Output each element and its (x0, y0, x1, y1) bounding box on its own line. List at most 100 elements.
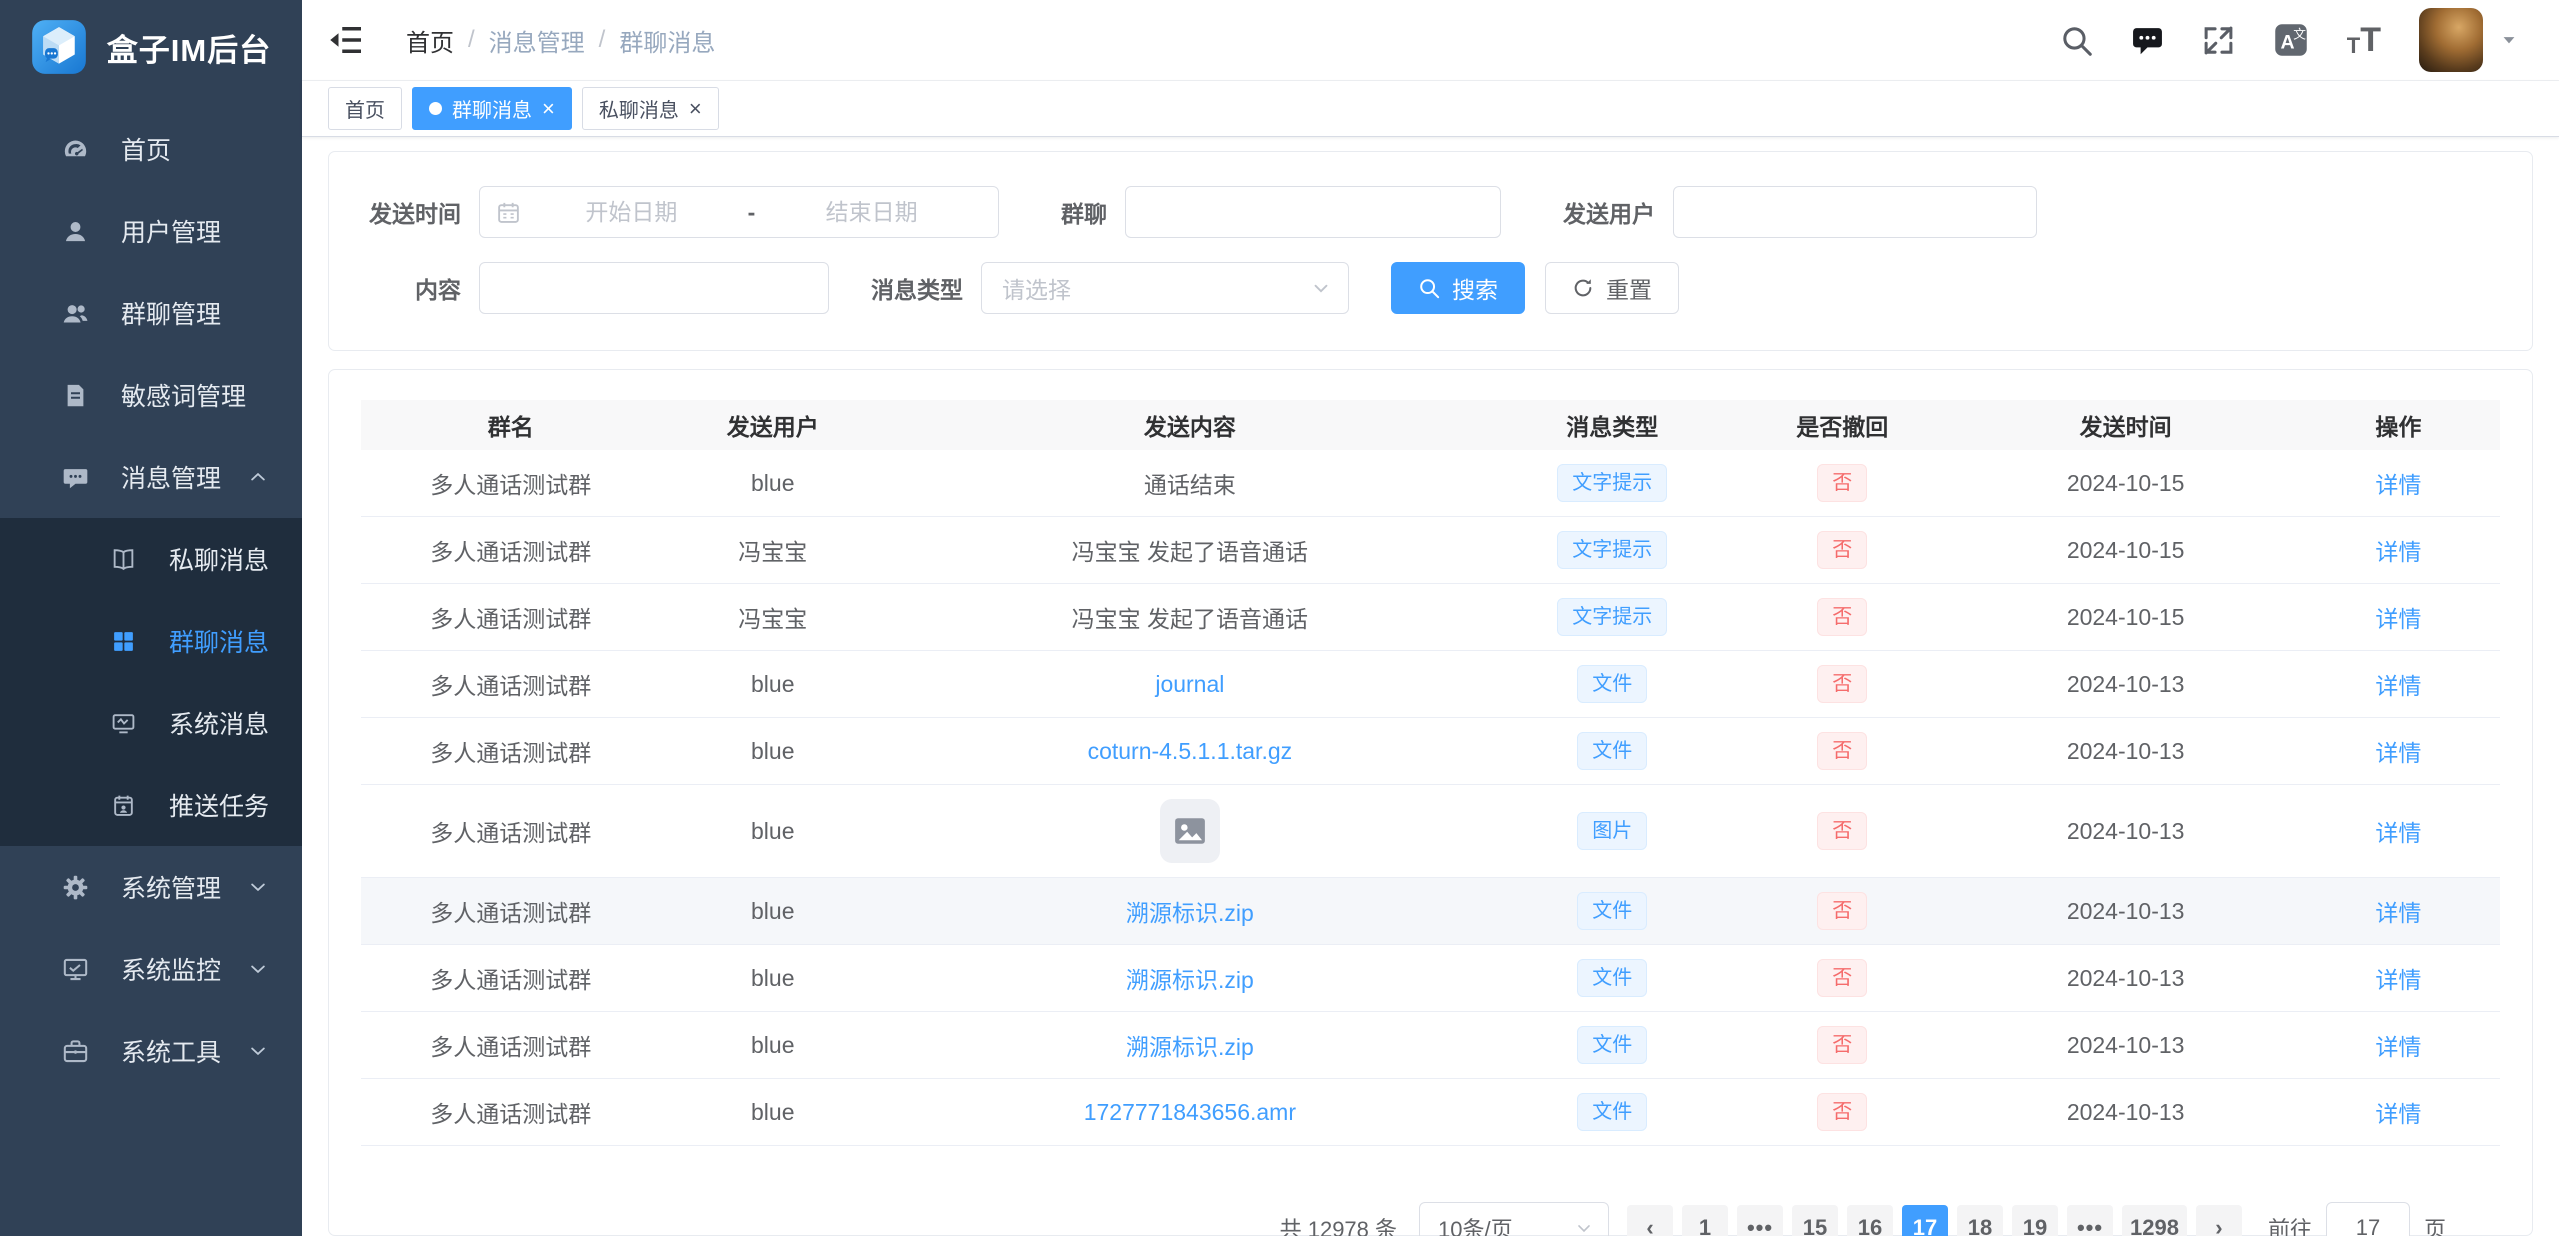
table-header-cell: 操作 (2297, 400, 2500, 450)
sidebar-menu-item[interactable]: 敏感词管理 (0, 354, 302, 436)
tag-tab[interactable]: 私聊消息 × (582, 87, 719, 130)
page-button[interactable]: 18 (1957, 1205, 2003, 1236)
sidebar-menu-item[interactable]: 系统监控 (0, 928, 302, 1010)
breadcrumb-item[interactable]: 消息管理 (489, 23, 585, 58)
tab-close-icon[interactable]: × (542, 98, 555, 120)
content-file-link[interactable]: 溯源标识.zip (1126, 900, 1254, 926)
content-file-link[interactable]: 1727771843656.amr (1084, 1099, 1296, 1125)
send-time-label: 发送时间 (349, 195, 461, 229)
cell-content: 溯源标识.zip (885, 1012, 1495, 1079)
menu-item-label: 敏感词管理 (121, 377, 268, 413)
cell-content: 1727771843656.amr (885, 1079, 1495, 1146)
menu-item-icon (62, 874, 89, 901)
cell-send-date: 2024-10-15 (1955, 517, 2297, 584)
translate-icon[interactable] (2273, 22, 2309, 58)
sender-input[interactable] (1673, 186, 2037, 238)
app-logo[interactable]: 盒子IM后台 (0, 0, 302, 94)
detail-link[interactable]: 详情 (2375, 606, 2421, 632)
font-size-icon[interactable]: TT (2347, 23, 2381, 57)
detail-link[interactable]: 详情 (2375, 539, 2421, 565)
cell-action: 详情 (2297, 517, 2500, 584)
tab-close-icon[interactable]: × (689, 98, 702, 120)
detail-link[interactable]: 详情 (2375, 967, 2421, 993)
cell-recalled: 否 (1730, 450, 1955, 517)
tag-tab[interactable]: 首页 (328, 87, 402, 130)
table-header-cell: 发送用户 (660, 400, 885, 450)
table-row: 多人通话测试群 blue 图片 (361, 785, 2500, 878)
end-date-input[interactable] (761, 199, 982, 226)
sidebar-menu-item[interactable]: 系统消息 (0, 682, 302, 764)
cell-message-type: 图片 (1495, 785, 1730, 878)
start-date-input[interactable] (521, 199, 742, 226)
page-button[interactable]: 1298 (2122, 1205, 2187, 1236)
cell-group-name: 多人通话测试群 (361, 1012, 660, 1079)
content-input[interactable] (479, 262, 829, 314)
group-input[interactable] (1125, 186, 1501, 238)
avatar[interactable] (2419, 8, 2483, 72)
menu-item-icon (62, 218, 89, 245)
page-button[interactable]: ‹ (1627, 1205, 1673, 1236)
recalled-badge: 否 (1817, 812, 1867, 850)
table-body: 多人通话测试群 blue 通话结束 文字提示 (361, 450, 2500, 1146)
message-type-select[interactable]: 请选择 (981, 262, 1349, 314)
recalled-badge: 否 (1817, 665, 1867, 703)
content-file-link[interactable]: journal (1155, 671, 1224, 697)
cell-action: 详情 (2297, 1012, 2500, 1079)
content-file-link[interactable]: 溯源标识.zip (1126, 1034, 1254, 1060)
page-button[interactable]: 1 (1682, 1205, 1728, 1236)
cell-action: 详情 (2297, 1079, 2500, 1146)
sidebar-menu-item[interactable]: 群聊管理 (0, 272, 302, 354)
breadcrumb-item[interactable]: 首页 (406, 23, 454, 58)
page-button[interactable]: 19 (2012, 1205, 2058, 1236)
content-label: 内容 (349, 271, 461, 305)
date-range-picker[interactable]: - (479, 186, 999, 238)
search-button[interactable]: 搜索 (1391, 262, 1525, 314)
tab-label: 私聊消息 (599, 94, 679, 123)
reset-button[interactable]: 重置 (1545, 262, 1679, 314)
recalled-badge: 否 (1817, 959, 1867, 997)
detail-link[interactable]: 详情 (2375, 673, 2421, 699)
tag-tab[interactable]: 群聊消息 × (412, 87, 572, 130)
page-button[interactable]: › (2196, 1205, 2242, 1236)
message-icon[interactable] (2131, 24, 2164, 57)
search-icon[interactable] (2060, 24, 2093, 57)
page-button[interactable]: 17 (1902, 1205, 1948, 1236)
detail-link[interactable]: 详情 (2375, 900, 2421, 926)
content-file-link[interactable]: coturn-4.5.1.1.tar.gz (1088, 738, 1293, 764)
sidebar-menu-item[interactable]: 群聊消息 (0, 600, 302, 682)
sidebar-menu-item[interactable]: 首页 (0, 108, 302, 190)
sidebar-menu-item[interactable]: 系统工具 (0, 1010, 302, 1092)
detail-link[interactable]: 详情 (2375, 1034, 2421, 1060)
content-image-thumbnail[interactable] (1160, 799, 1220, 863)
detail-link[interactable]: 详情 (2375, 740, 2421, 766)
cell-group-name: 多人通话测试群 (361, 651, 660, 718)
sidebar-menu-item[interactable]: 推送任务 (0, 764, 302, 846)
sidebar-menu-item[interactable]: 私聊消息 (0, 518, 302, 600)
content-file-link[interactable]: 溯源标识.zip (1126, 967, 1254, 993)
page-button[interactable]: 15 (1792, 1205, 1838, 1236)
sidebar-menu-item[interactable]: 消息管理 (0, 436, 302, 518)
fullscreen-icon[interactable] (2202, 24, 2235, 57)
cell-recalled: 否 (1730, 584, 1955, 651)
detail-link[interactable]: 详情 (2375, 472, 2421, 498)
sidebar-menu-item[interactable]: 用户管理 (0, 190, 302, 272)
detail-link[interactable]: 详情 (2375, 820, 2421, 846)
sidebar-menu-item[interactable]: 系统管理 (0, 846, 302, 928)
cell-send-date: 2024-10-13 (1955, 651, 2297, 718)
goto-page-input[interactable] (2326, 1202, 2410, 1236)
page-size-select[interactable]: 10条/页 (1419, 1202, 1609, 1236)
sidebar-menu: 首页 用户管理 群聊管理 (0, 108, 302, 1092)
detail-link[interactable]: 详情 (2375, 1101, 2421, 1127)
image-icon (1171, 814, 1209, 848)
page-button[interactable]: ••• (1737, 1205, 1783, 1236)
page-button[interactable]: ••• (2067, 1205, 2113, 1236)
sidebar-fold-icon[interactable] (328, 22, 364, 58)
breadcrumb-item[interactable]: 群聊消息 (619, 23, 715, 58)
cell-action: 详情 (2297, 584, 2500, 651)
page-button[interactable]: 16 (1847, 1205, 1893, 1236)
message-type-badge: 文件 (1577, 892, 1647, 930)
user-menu[interactable] (2419, 8, 2519, 72)
cell-sender: blue (660, 718, 885, 785)
cell-message-type: 文字提示 (1495, 584, 1730, 651)
cell-send-date: 2024-10-13 (1955, 1079, 2297, 1146)
